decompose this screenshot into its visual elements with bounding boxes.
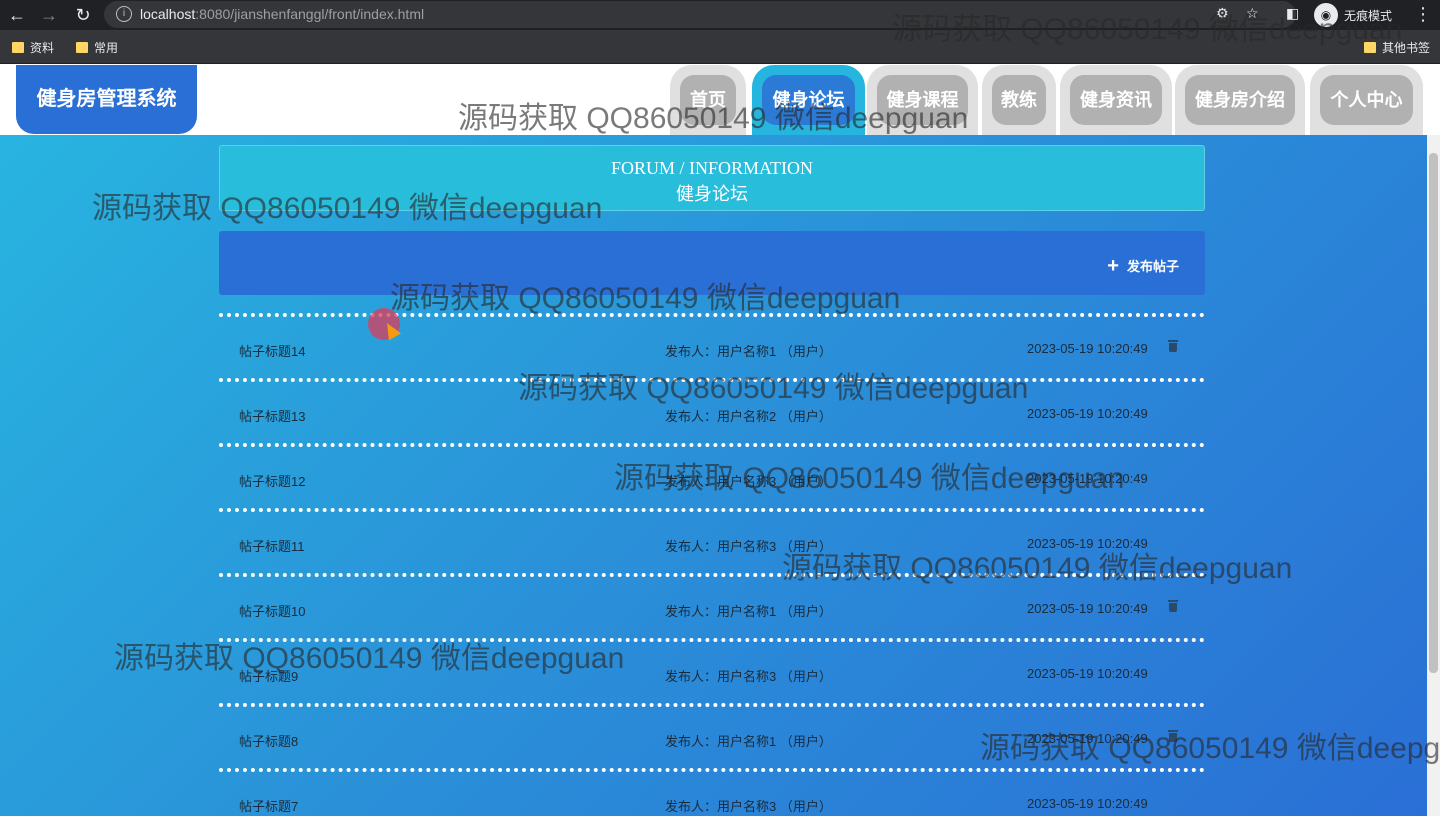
post-author: 发布人：用户名称1 （用户） [665,604,832,619]
back-icon[interactable]: ← [6,4,28,26]
delete-icon[interactable] [1168,600,1178,612]
nav-item-label: 首页 [680,75,736,125]
side-panel-icon[interactable]: ◧ [1286,5,1299,22]
post-time: 2023-05-19 10:20:49 [1027,406,1148,421]
scrollbar[interactable] [1427,135,1440,816]
post-title[interactable]: 帖子标题10 [239,601,305,620]
nav-item[interactable]: 健身论坛 [752,65,865,135]
post-author: 发布人：用户名称3 （用户） [665,669,832,684]
forward-icon[interactable]: → [38,4,60,26]
post-title[interactable]: 帖子标题13 [239,406,305,425]
publish-post-button[interactable]: + 发布帖子 [1107,254,1179,277]
folder-icon [1364,42,1376,53]
folder-icon [76,42,88,53]
post-row[interactable]: 帖子标题7 发布人：用户名称3 （用户） 2023-05-19 10:20:49 [219,768,1205,816]
post-row[interactable]: 帖子标题14 发布人：用户名称1 （用户） 2023-05-19 10:20:49 [219,313,1205,378]
post-title[interactable]: 帖子标题8 [239,731,298,750]
site-logo[interactable]: 健身房管理系统 [16,65,197,134]
nav-item[interactable]: 健身资讯 [1060,65,1172,135]
browser-toolbar: ← → ↻ i localhost:8080/jianshenfanggl/fr… [0,0,1440,30]
forum-toolbar: + 发布帖子 [219,231,1205,295]
url-text: localhost:8080/jianshenfanggl/front/inde… [140,6,425,22]
delete-icon[interactable] [1168,730,1178,742]
post-title[interactable]: 帖子标题12 [239,471,305,490]
address-bar[interactable]: i localhost:8080/jianshenfanggl/front/in… [104,1,1296,28]
post-author: 发布人：用户名称3 （用户） [665,474,832,489]
nav-item-label: 个人中心 [1320,75,1413,125]
post-row[interactable]: 帖子标题12 发布人：用户名称3 （用户） 2023-05-19 10:20:49 [219,443,1205,508]
post-author: 发布人：用户名称2 （用户） [665,409,832,424]
plus-icon: + [1107,254,1119,277]
incognito-label: 无痕模式 [1344,9,1393,23]
main-content: FORUM / INFORMATION 健身论坛 + 发布帖子 帖子标题14 发布… [0,135,1427,816]
post-time: 2023-05-19 10:20:49 [1027,796,1148,811]
nav-item[interactable]: 健身房介绍 [1175,65,1305,135]
bookmark-folder[interactable]: 常用 [76,39,118,56]
post-author: 发布人：用户名称1 （用户） [665,344,832,359]
post-author: 发布人：用户名称1 （用户） [665,734,832,749]
post-time: 2023-05-19 10:20:49 [1027,666,1148,681]
page-title-en: FORUM / INFORMATION [610,158,814,178]
post-row[interactable]: 帖子标题11 发布人：用户名称3 （用户） 2023-05-19 10:20:49 [219,508,1205,573]
post-author: 发布人：用户名称3 （用户） [665,799,832,814]
post-time: 2023-05-19 10:20:49 [1027,536,1148,551]
reload-icon[interactable]: ↻ [72,4,94,26]
bookmark-folder[interactable]: 资料 [12,39,54,56]
nav-item[interactable]: 个人中心 [1310,65,1423,135]
post-author: 发布人：用户名称3 （用户） [665,539,832,554]
post-title[interactable]: 帖子标题14 [239,341,305,360]
site-header: 健身房管理系统 首页 健身论坛 健身课程 教练 健身资讯 健身房介绍 个人中心 [0,65,1440,135]
post-row[interactable]: 帖子标题8 发布人：用户名称1 （用户） 2023-05-19 10:20:49 [219,703,1205,768]
nav-item-label: 健身课程 [877,75,968,125]
folder-icon [12,42,24,53]
nav-item[interactable]: 健身课程 [867,65,978,135]
post-time: 2023-05-19 10:20:49 [1027,341,1148,356]
nav-item-label: 健身资讯 [1070,75,1162,125]
post-row[interactable]: 帖子标题10 发布人：用户名称1 （用户） 2023-05-19 10:20:49 [219,573,1205,638]
bookmarks-bar: 资料 常用 其他书签 [0,30,1440,64]
post-list: 帖子标题14 发布人：用户名称1 （用户） 2023-05-19 10:20:49 帖… [219,313,1205,816]
post-time: 2023-05-19 10:20:49 [1027,471,1148,486]
page-title: 健身论坛 [676,184,748,204]
nav-item[interactable]: 首页 [670,65,746,135]
post-time: 2023-05-19 10:20:49 [1027,601,1148,616]
post-row[interactable]: 帖子标题13 发布人：用户名称2 （用户） 2023-05-19 10:20:49 [219,378,1205,443]
post-title[interactable]: 帖子标题11 [239,536,305,555]
publish-post-label: 发布帖子 [1126,259,1179,274]
nav-item[interactable]: 教练 [982,65,1056,135]
other-bookmarks[interactable]: 其他书签 [1364,39,1430,56]
post-row[interactable]: 帖子标题9 发布人：用户名称3 （用户） 2023-05-19 10:20:49 [219,638,1205,703]
bookmark-star-icon[interactable]: ☆ [1246,5,1259,22]
nav-item-label: 健身论坛 [762,75,855,125]
nav-item-label: 教练 [992,75,1046,125]
post-time: 2023-05-19 10:20:49 [1027,731,1148,746]
menu-icon[interactable]: ⋮ [1414,4,1432,25]
site-info-icon[interactable]: i [116,6,132,22]
scrollbar-thumb[interactable] [1429,153,1438,673]
nav-item-label: 健身房介绍 [1185,75,1295,125]
incognito-icon[interactable]: ◉ [1314,3,1338,27]
delete-icon[interactable] [1168,340,1178,352]
site-settings-icon[interactable]: ⚙ [1216,5,1229,22]
page-title-box: FORUM / INFORMATION 健身论坛 [219,145,1205,211]
post-title[interactable]: 帖子标题7 [239,796,298,815]
post-title[interactable]: 帖子标题9 [239,666,298,685]
